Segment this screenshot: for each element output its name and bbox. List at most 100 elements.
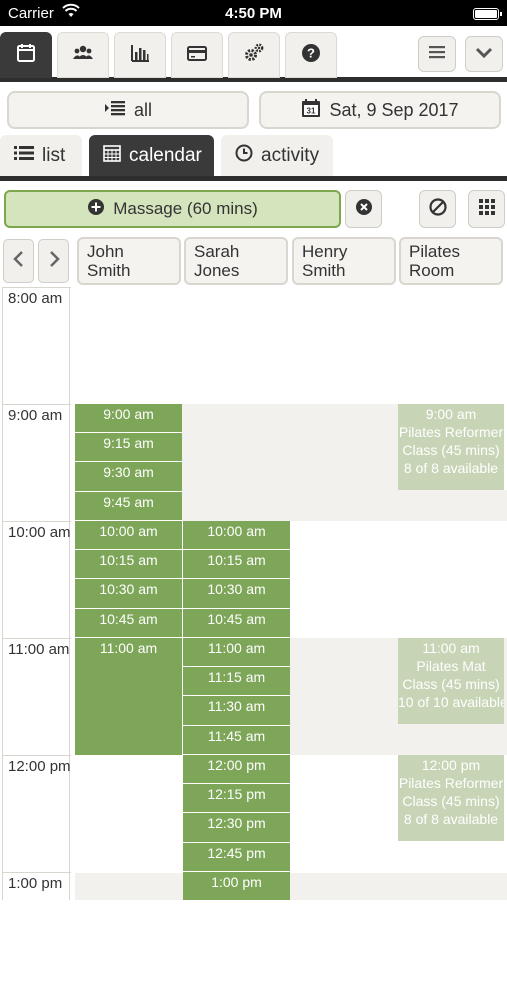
time-slot-sarah-jones[interactable]: 12:30 pm [183, 813, 290, 843]
time-slot-sarah-jones[interactable]: 10:45 am [183, 609, 290, 638]
chevron-right-icon [47, 250, 61, 273]
chevron-left-icon [12, 250, 26, 273]
time-slot-sarah-jones[interactable]: 10:15 am [183, 550, 290, 579]
class-time: 9:00 am [425, 406, 477, 422]
unavailable-area [398, 490, 507, 521]
payments-nav-button[interactable] [171, 32, 223, 78]
previous-day-button[interactable] [3, 239, 34, 283]
calendar-icon [15, 42, 37, 69]
time-slot-sarah-jones[interactable]: 11:45 am [183, 726, 290, 755]
menu-button[interactable] [418, 36, 456, 72]
tab-calendar-label: calendar [129, 144, 202, 166]
users-nav-button[interactable] [57, 32, 109, 78]
column-header-pilates-room[interactable]: Pilates Room [399, 237, 503, 285]
grid-view-button[interactable] [468, 190, 505, 228]
time-slot-john-smith[interactable]: 9:30 am [75, 462, 182, 492]
plus-circle-icon [87, 198, 105, 221]
hour-label: 9:00 am [3, 404, 71, 521]
class-availability: 8 of 8 available [403, 811, 499, 827]
main-toolbar: ? [0, 26, 507, 82]
time-slot-john-smith[interactable]: 9:00 am [75, 404, 182, 433]
class-duration: Class (45 mins) [402, 676, 500, 692]
time-slot-sarah-jones[interactable]: 11:30 am [183, 696, 290, 726]
calendar-grid-icon [103, 144, 121, 168]
tab-list-label: list [42, 144, 66, 166]
date-picker-button[interactable]: 31 Sat, 9 Sep 2017 [259, 91, 501, 129]
class-availability: 10 of 10 available [398, 694, 504, 710]
time-slot-john-smith[interactable]: 10:00 am [75, 521, 182, 550]
time-slot-john-smith[interactable]: 9:45 am [75, 492, 182, 521]
time-slot-sarah-jones[interactable]: 11:00 am [183, 638, 290, 667]
clear-service-button[interactable] [345, 190, 382, 228]
column-header-line1: Sarah [194, 242, 240, 261]
reports-nav-button[interactable] [114, 32, 166, 78]
tab-list[interactable]: list [0, 135, 82, 176]
time-slot-sarah-jones[interactable]: 12:15 pm [183, 784, 290, 813]
battery-icon [473, 8, 502, 20]
next-day-button[interactable] [38, 239, 69, 283]
class-name: Pilates Mat [416, 658, 486, 674]
tab-activity[interactable]: activity [221, 135, 333, 176]
time-slot-sarah-jones[interactable]: 11:15 am [183, 667, 290, 696]
block-time-button[interactable] [419, 190, 456, 228]
time-column: 8:00 am 9:00 am 10:00 am 11:00 am 12:00 … [2, 287, 71, 900]
column-header-line2: Room [409, 261, 455, 280]
column-header-line2: Jones [194, 261, 240, 280]
class-name: Pilates Reformer [398, 424, 504, 440]
indent-list-icon [104, 100, 126, 121]
column-header-line1: John Smith [87, 242, 131, 280]
tab-activity-label: activity [261, 144, 320, 166]
column-header-henry-smith[interactable]: Henry Smith [292, 237, 396, 285]
grid-icon [478, 198, 496, 221]
help-icon: ? [300, 42, 322, 69]
calendar-nav-button[interactable] [0, 32, 52, 78]
view-tabs: list calendar activity [0, 135, 507, 181]
staff-filter-button[interactable]: all [7, 91, 249, 129]
calendar-grid: 8:00 am 9:00 am 10:00 am 11:00 am 12:00 … [0, 287, 507, 900]
svg-text:31: 31 [307, 106, 316, 115]
date-label: Sat, 9 Sep 2017 [329, 99, 459, 120]
unavailable-area [182, 404, 398, 521]
column-header-line2: Smith [302, 261, 346, 280]
dropdown-button[interactable] [465, 36, 503, 72]
help-nav-button[interactable]: ? [285, 32, 337, 78]
time-slot-sarah-jones[interactable]: 1:00 pm [183, 872, 290, 900]
list-icon [14, 145, 34, 167]
column-header-john-smith[interactable]: John Smith [77, 237, 181, 285]
class-block-pilates[interactable]: 12:00 pm Pilates Reformer Class (45 mins… [398, 755, 504, 841]
settings-nav-button[interactable] [228, 32, 280, 78]
tab-calendar[interactable]: calendar [89, 135, 214, 176]
time-slot-john-smith[interactable]: 10:15 am [75, 550, 182, 579]
users-icon [72, 42, 94, 69]
hour-label: 1:00 pm [3, 872, 71, 989]
settings-icon [243, 42, 265, 69]
service-label: Massage (60 mins) [113, 199, 258, 218]
time-slot-sarah-jones[interactable]: 10:00 am [183, 521, 290, 550]
clock-label: 4:50 PM [225, 5, 282, 22]
hour-label: 10:00 am [3, 521, 71, 638]
selected-service-button[interactable]: Massage (60 mins) [4, 190, 341, 228]
time-slot-sarah-jones[interactable]: 12:45 pm [183, 843, 290, 872]
chart-icon [129, 42, 151, 69]
staff-filter-label: all [133, 99, 152, 120]
time-slot-john-smith[interactable]: 11:00 am [75, 638, 182, 755]
time-slot-sarah-jones[interactable]: 10:30 am [183, 579, 290, 609]
class-duration: Class (45 mins) [402, 793, 500, 809]
class-duration: Class (45 mins) [402, 442, 500, 458]
time-slot-sarah-jones[interactable]: 12:00 pm [183, 755, 290, 784]
class-block-pilates[interactable]: 11:00 am Pilates Mat Class (45 mins) 10 … [398, 638, 504, 724]
column-header-line1: Henry [302, 242, 348, 261]
time-slot-john-smith[interactable]: 10:45 am [75, 609, 182, 638]
class-name: Pilates Reformer [398, 775, 504, 791]
class-block-pilates[interactable]: 9:00 am Pilates Reformer Class (45 mins)… [398, 404, 504, 490]
hour-label: 8:00 am [3, 287, 71, 404]
chevron-down-icon [474, 43, 494, 66]
class-time: 12:00 pm [421, 757, 481, 773]
column-header-line1: Pilates [409, 242, 461, 261]
time-slot-john-smith[interactable]: 10:30 am [75, 579, 182, 609]
hour-label: 11:00 am [3, 638, 71, 755]
close-circle-icon [355, 198, 373, 221]
class-availability: 8 of 8 available [403, 460, 499, 476]
column-header-sarah-jones[interactable]: Sarah Jones [184, 237, 288, 285]
time-slot-john-smith[interactable]: 9:15 am [75, 433, 182, 462]
